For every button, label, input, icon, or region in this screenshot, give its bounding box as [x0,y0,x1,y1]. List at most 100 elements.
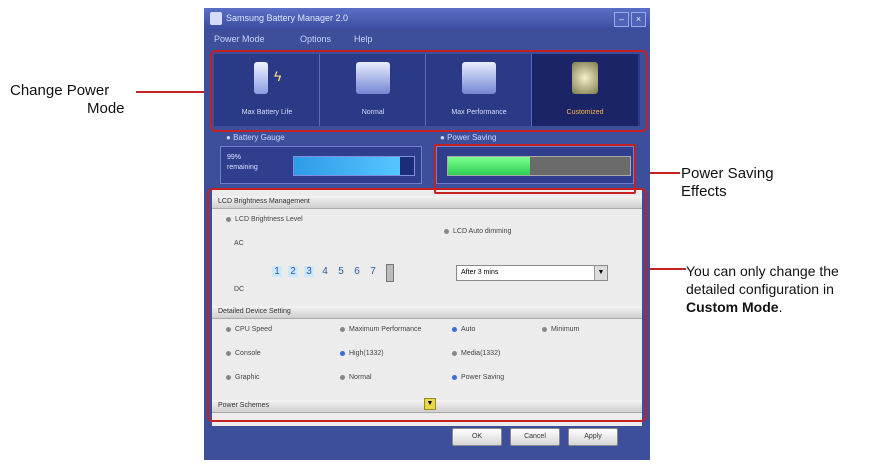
option-text: Auto [461,326,476,333]
cpu-speed-label: CPU Speed [226,326,272,333]
cpu-max-performance-option[interactable]: Maximum Performance [340,326,421,333]
callout-change-power-mode: Change Power Mode [10,82,125,118]
callout-line-1: You can only change the [686,263,839,279]
option-text: Media(1332) [461,350,501,357]
minimize-icon[interactable]: – [614,12,629,27]
auto-dimming-value: After 3 mins [461,269,499,276]
brightness-level-1[interactable]: 1 [272,266,282,277]
dc-label: DC [234,286,245,293]
title-bar: Samsung Battery Manager 2.0 – × [204,8,650,30]
callout-line-2: Effects [681,183,727,200]
option-text: Power Saving [461,374,505,381]
power-schemes-title: Power Schemes [218,402,269,409]
battery-gauge: 99% remaining [220,146,422,184]
option-text: Maximum Performance [349,326,422,333]
cancel-button[interactable]: Cancel [510,428,560,446]
brightness-level-6[interactable]: 6 [352,266,362,277]
mode-max-battery-life[interactable]: ϟ Max Battery Life [214,54,320,126]
lcd-brightness-level-label: LCD Brightness Level [235,216,303,223]
custom-settings-icon [572,62,598,94]
callout-line-2: Mode [87,100,125,117]
callout-power-saving-effects: Power Saving Effects [681,165,774,201]
ok-button[interactable]: OK [452,428,502,446]
brightness-level-5[interactable]: 5 [336,266,346,277]
radio-dot [542,326,547,332]
cpu-auto-option[interactable]: Auto [452,326,475,333]
battery-level-fill [294,157,400,175]
apply-button[interactable]: Apply [568,428,618,446]
graphic-normal-option[interactable]: Normal [340,374,372,381]
callout-line-1: Power Saving [681,165,774,182]
graphic-label: Graphic [226,374,260,381]
auto-dimming-select[interactable]: After 3 mins ▼ [456,265,608,281]
radio-dot [444,228,449,234]
radio-dot [226,326,231,332]
radio-dot [226,374,231,380]
lcd-auto-dimming-option[interactable]: LCD Auto dimming [444,228,511,235]
mode-customized[interactable]: Customized [532,54,638,126]
mode-normal[interactable]: Normal [320,54,426,126]
battery-icon [254,62,268,94]
close-icon[interactable]: × [631,12,646,27]
option-text: High(1332) [349,350,384,357]
radio-dot [226,216,231,222]
power-saving-label: Power Saving [447,133,497,142]
laptop-performance-icon [462,62,496,94]
cpu-minimum-option[interactable]: Minimum [542,326,579,333]
callout-connector [646,268,686,270]
brightness-level-4[interactable]: 4 [320,266,330,277]
mode-label: Customized [566,109,604,116]
battery-manager-window: Samsung Battery Manager 2.0 – × Power Mo… [204,8,650,460]
mode-label: Max Performance [451,109,507,116]
callout-line-2: detailed configuration in [686,281,834,297]
option-text: Normal [349,374,372,381]
lcd-brightness-level-option[interactable]: LCD Brightness Level [226,216,303,223]
device-section-header: Detailed Device Setting [212,306,642,319]
power-saving-title: ● Power Saving [440,133,497,142]
callout-custom-mode: You can only change the detailed configu… [686,262,839,316]
brightness-level-7[interactable]: 7 [368,266,378,277]
lightning-icon: ϟ [274,68,282,84]
brightness-level-3[interactable]: 3 [304,266,314,277]
radio-dot [452,326,457,332]
option-text: Minimum [551,326,580,333]
power-saving-bar [447,156,631,176]
device-section-title: Detailed Device Setting [218,308,291,315]
mode-label: Max Battery Life [241,109,293,116]
ac-label: AC [234,240,244,247]
lcd-section-title: LCD Brightness Management [218,198,310,205]
laptop-icon [356,62,390,94]
console-label: Console [226,350,261,357]
power-saving-fill [448,157,530,175]
custom-mode-bold: Custom Mode [686,299,779,315]
period: . [778,299,783,315]
menu-power-mode[interactable]: Power Mode [214,34,265,44]
menu-bar: Power Mode Options Help [204,30,650,48]
radio-dot [452,374,457,380]
console-high-option[interactable]: High(1332) [340,350,384,357]
graphic-text: Graphic [235,374,260,381]
callout-line-1: Change Power [10,82,110,99]
battery-status: remaining [227,164,258,171]
mode-label: Normal [361,109,385,116]
settings-panel: LCD Brightness Management LCD Brightness… [212,190,642,426]
console-media-option[interactable]: Media(1332) [452,350,500,357]
callout-connector [136,91,214,93]
radio-dot [340,350,345,356]
cpu-speed-text: CPU Speed [235,326,272,333]
battery-gauge-label: Battery Gauge [233,133,285,142]
mode-max-performance[interactable]: Max Performance [426,54,532,126]
graphic-power-saving-option[interactable]: Power Saving [452,374,504,381]
radio-dot [340,326,345,332]
brightness-level-2[interactable]: 2 [288,266,298,277]
callout-line-3: Custom Mode. [686,298,839,316]
app-icon [210,12,222,25]
brightness-slider-handle[interactable] [386,264,394,282]
chevron-down-icon: ▼ [594,266,607,280]
battery-level-bar [293,156,415,176]
battery-percent: 99% [227,154,242,161]
expand-icon[interactable]: ▼ [424,398,436,410]
lcd-section-header: LCD Brightness Management [212,196,642,209]
menu-help[interactable]: Help [354,34,373,44]
menu-options[interactable]: Options [300,34,331,44]
